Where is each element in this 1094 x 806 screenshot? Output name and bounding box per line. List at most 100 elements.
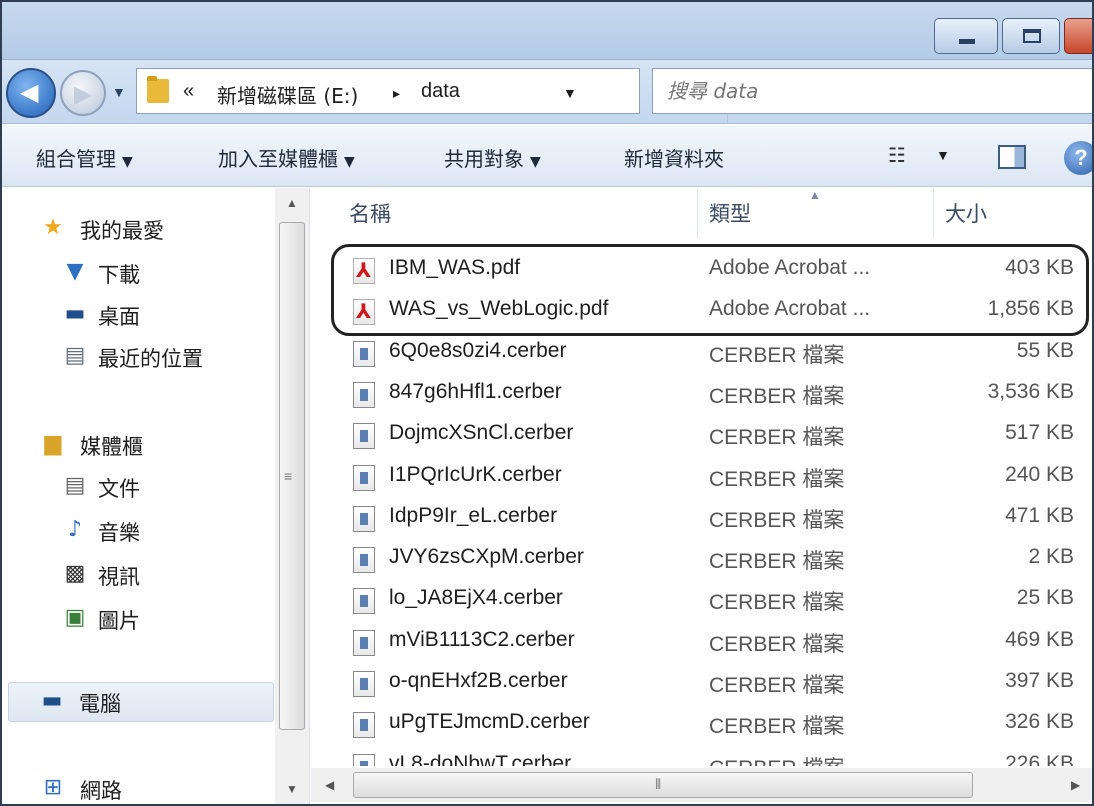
- minimize-icon: [959, 39, 975, 44]
- scroll-up-icon[interactable]: ▲: [286, 196, 298, 210]
- file-name: vL8-doNbwT.cerber: [389, 751, 572, 766]
- chevron-down-icon: ▼: [122, 154, 133, 170]
- table-row[interactable]: o-qnEHxf2B.cerber CERBER 檔案 397 KB: [311, 663, 1094, 704]
- include-in-library-menu[interactable]: 加入至媒體櫃 ▼: [218, 143, 355, 172]
- column-divider[interactable]: [697, 188, 698, 238]
- chevron-down-icon: ▼: [344, 154, 355, 170]
- table-row[interactable]: lo_JA8EjX4.cerber CERBER 檔案 25 KB: [311, 580, 1094, 621]
- address-bar[interactable]: « 新增磁碟區 (E:) ▸ data ▼ ⇆: [136, 68, 760, 123]
- search-box[interactable]: [652, 68, 1094, 114]
- new-folder-button[interactable]: 新增資料夾: [624, 143, 724, 172]
- scroll-right-icon[interactable]: ▶: [1071, 778, 1080, 792]
- breadcrumb-drive[interactable]: 新增磁碟區 (E:): [217, 80, 358, 109]
- navigation-pane-scrollbar[interactable]: ▲ ≡ ▼: [275, 188, 309, 806]
- search-input[interactable]: [667, 77, 1047, 105]
- file-list: ▲ 名稱 類型 大小 IBM_WAS.pdfAdobe Acrobat ...4…: [311, 188, 1094, 766]
- file-icon: [353, 505, 375, 532]
- view-dropdown-icon[interactable]: ▼: [936, 147, 950, 163]
- maximize-button[interactable]: [1002, 18, 1060, 54]
- minimize-button[interactable]: [934, 18, 998, 54]
- view-options-icon[interactable]: ☷: [888, 143, 906, 168]
- back-button[interactable]: ◀: [6, 68, 56, 118]
- desktop-icon: ▬: [64, 301, 86, 326]
- table-row[interactable]: 6Q0e8s0zi4.cerber CERBER 檔案 55 KB: [311, 333, 1094, 374]
- file-type: CERBER 檔案: [709, 384, 845, 408]
- navigation-pane: ★ 我的最愛 ▼ 下載 ▬ 桌面 ▤ 最近的位置 ▆ 媒體櫃 ▤ 文件 ♪ 音樂…: [0, 188, 310, 806]
- sidebar-item-label: 我的最愛: [80, 219, 164, 243]
- scrollbar-grip-icon: ≡: [284, 468, 293, 484]
- file-size: 517 KB: [1005, 421, 1074, 445]
- scrollbar-thumb[interactable]: [353, 772, 973, 798]
- scroll-left-icon[interactable]: ◀: [325, 778, 334, 792]
- navigation-bar: ◀ ▶ ▼ « 新增磁碟區 (E:) ▸ data ▼ ⇆: [0, 60, 1094, 124]
- preview-pane-icon[interactable]: [998, 145, 1026, 169]
- table-row[interactable]: I1PQrIcUrK.cerber CERBER 檔案 240 KB: [311, 457, 1094, 498]
- file-type: CERBER 檔案: [709, 508, 845, 532]
- file-icon: [353, 588, 375, 615]
- organize-menu[interactable]: 組合管理 ▼: [36, 143, 133, 172]
- share-with-menu[interactable]: 共用對象 ▼: [444, 143, 541, 172]
- table-row[interactable]: IdpP9Ir_eL.cerber CERBER 檔案 471 KB: [311, 498, 1094, 539]
- scroll-down-icon[interactable]: ▼: [286, 782, 298, 796]
- file-type: CERBER 檔案: [709, 715, 845, 739]
- sidebar-item-label: 媒體櫃: [80, 435, 143, 459]
- file-type: CERBER 檔案: [709, 467, 845, 491]
- file-size: 226 KB: [1005, 751, 1074, 766]
- file-size: 397 KB: [1005, 669, 1074, 692]
- sidebar-item-label: 電腦: [79, 692, 121, 716]
- column-header-type[interactable]: 類型: [709, 198, 751, 228]
- column-header-size[interactable]: 大小: [945, 198, 987, 228]
- table-row[interactable]: DojmcXSnCl.cerber CERBER 檔案 517 KB: [311, 415, 1094, 456]
- help-icon[interactable]: ?: [1064, 141, 1094, 175]
- computer-icon: ▬: [41, 688, 63, 713]
- sidebar-item-label: 最近的位置: [98, 347, 203, 371]
- breadcrumb-folder[interactable]: data: [421, 80, 460, 103]
- file-name: mViB1113C2.cerber: [389, 627, 575, 651]
- file-icon: [353, 547, 375, 574]
- command-toolbar: 組合管理 ▼ 加入至媒體櫃 ▼ 共用對象 ▼ 新增資料夾 ☷ ▼ ?: [0, 125, 1094, 187]
- chevron-down-icon: ▼: [530, 154, 541, 170]
- file-name: o-qnEHxf2B.cerber: [389, 669, 568, 692]
- sidebar-item-label: 音樂: [98, 521, 140, 545]
- film-icon: ▩: [64, 561, 86, 586]
- recent-pages-dropdown-icon[interactable]: ▼: [112, 84, 126, 100]
- column-header-name[interactable]: 名稱: [349, 198, 391, 228]
- table-row[interactable]: uPgTEJmcmD.cerber CERBER 檔案 326 KB: [311, 704, 1094, 745]
- horizontal-scrollbar[interactable]: ◀ ⦀ ▶: [311, 768, 1094, 802]
- file-size: 55 KB: [1016, 338, 1074, 362]
- file-icon: [353, 340, 375, 367]
- file-name: 6Q0e8s0zi4.cerber: [389, 338, 567, 362]
- file-name: IdpP9Ir_eL.cerber: [389, 503, 558, 527]
- breadcrumb-overflow[interactable]: «: [183, 80, 194, 103]
- file-name: uPgTEJmcmD.cerber: [389, 710, 590, 734]
- sidebar-item-computer[interactable]: ▬ 電腦: [8, 682, 274, 722]
- file-icon: [353, 712, 375, 739]
- library-icon: ▆: [44, 431, 62, 456]
- maximize-icon: [1023, 29, 1041, 43]
- table-row[interactable]: vL8-doNbwT.cerber CERBER 檔案 226 KB: [311, 746, 1094, 766]
- recent-places-icon: ▤: [64, 343, 86, 368]
- table-row[interactable]: JVY6zsCXpM.cerber CERBER 檔案 2 KB: [311, 539, 1094, 580]
- close-button[interactable]: [1064, 18, 1094, 54]
- forward-arrow-icon: ▶: [74, 81, 93, 108]
- table-row[interactable]: mViB1113C2.cerber CERBER 檔案 469 KB: [311, 622, 1094, 663]
- address-dropdown-icon[interactable]: ▼: [563, 85, 577, 101]
- sidebar-item-label: 視訊: [98, 565, 140, 589]
- share-label: 共用對象: [444, 147, 524, 171]
- sort-ascending-icon: ▲: [809, 188, 821, 202]
- file-size: 2 KB: [1028, 545, 1074, 569]
- file-icon: [353, 753, 375, 766]
- title-bar: [0, 0, 1094, 60]
- column-divider[interactable]: [933, 188, 934, 238]
- table-row[interactable]: 847g6hHfl1.cerber CERBER 檔案 3,536 KB: [311, 374, 1094, 415]
- back-arrow-icon: ◀: [20, 79, 39, 106]
- file-icon: [353, 671, 375, 697]
- forward-button[interactable]: ▶: [60, 70, 106, 116]
- file-size: 25 KB: [1016, 586, 1074, 610]
- file-type: CERBER 檔案: [709, 674, 845, 697]
- breadcrumb-separator-icon[interactable]: ▸: [393, 85, 400, 102]
- organize-label: 組合管理: [36, 147, 116, 171]
- music-note-icon: ♪: [67, 517, 83, 542]
- star-icon: ★: [43, 215, 63, 240]
- file-type: CERBER 檔案: [709, 550, 845, 574]
